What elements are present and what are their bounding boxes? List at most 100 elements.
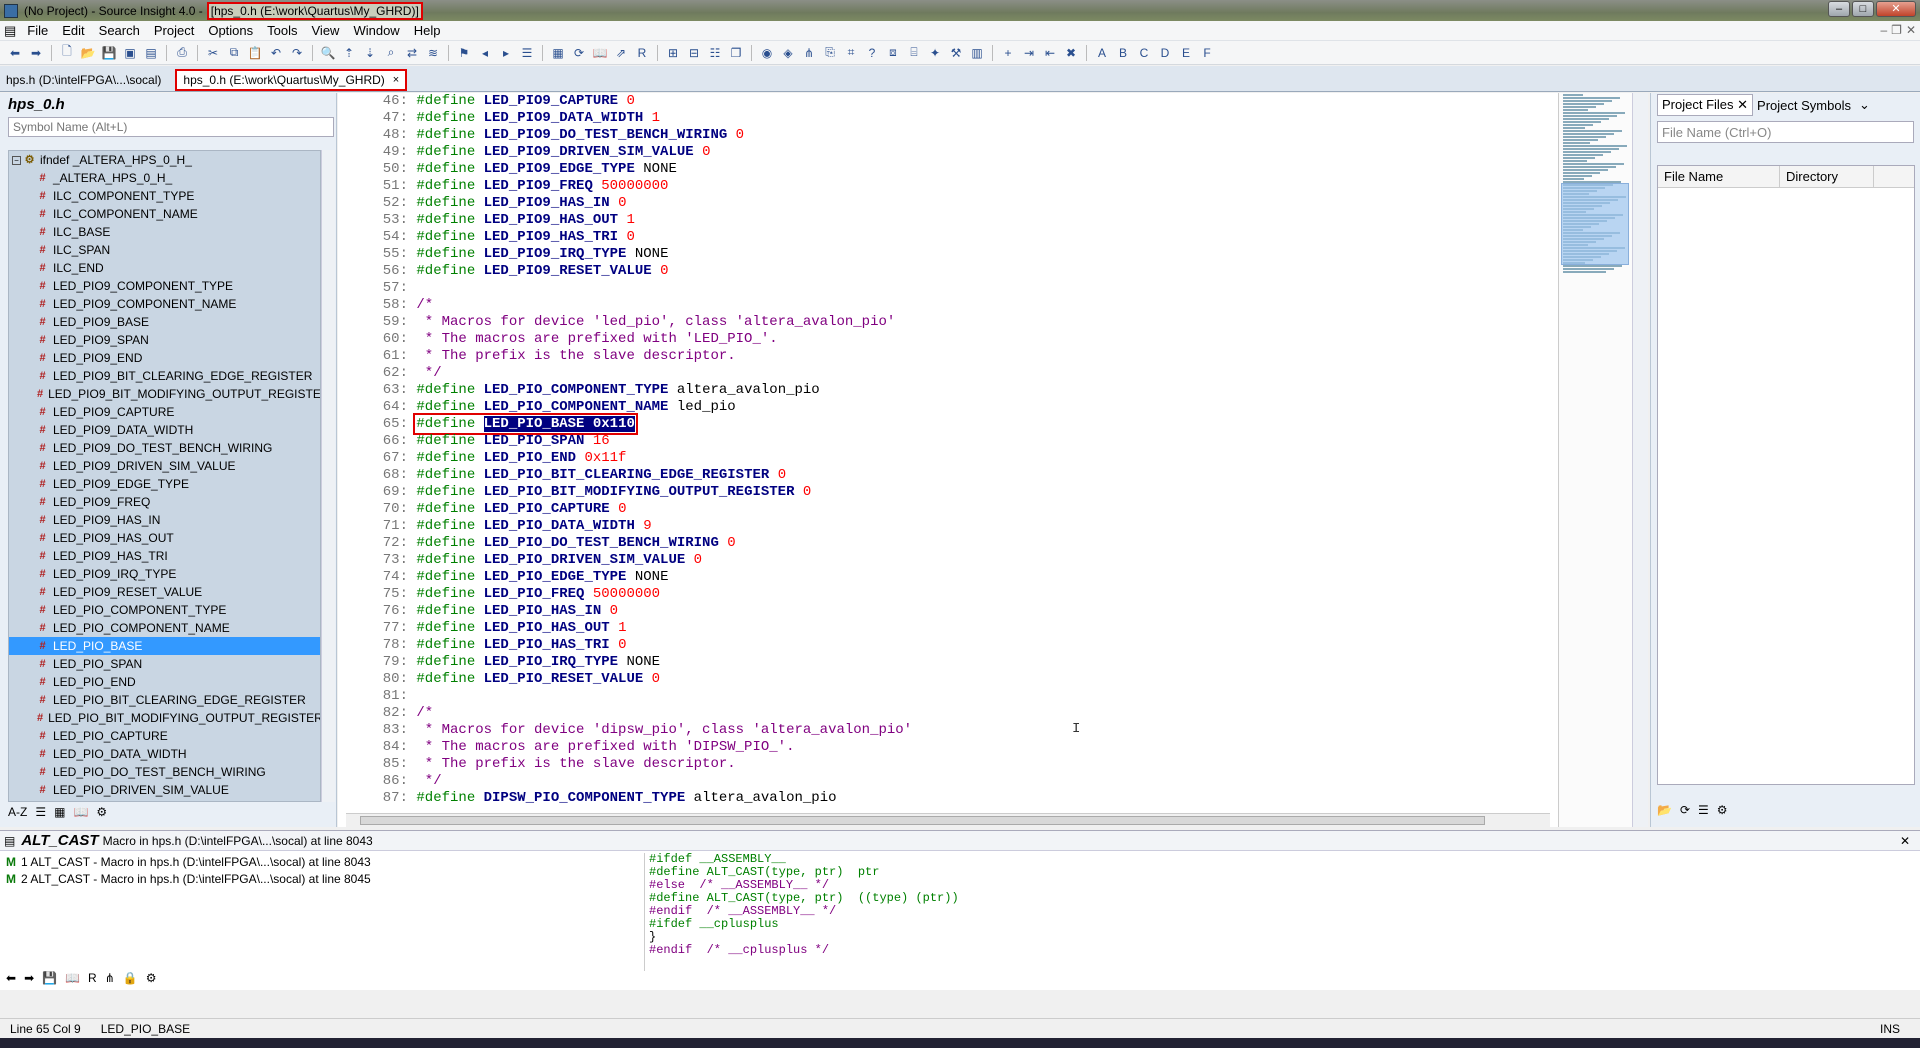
redo-icon[interactable]: ↷ [288, 44, 306, 62]
lookup-icon[interactable]: ≋ [424, 44, 442, 62]
tree-icon[interactable]: ⋔ [105, 971, 115, 985]
mdi-close-icon[interactable]: ✕ [1906, 23, 1916, 37]
symbol-item[interactable]: # LED_PIO9_DO_TEST_BENCH_WIRING [9, 439, 320, 457]
code-area[interactable]: 46: #define LED_PIO9_CAPTURE 0 47: #defin… [338, 93, 1556, 811]
code-line[interactable]: 55: #define LED_PIO9_IRQ_TYPE NONE [338, 246, 1556, 263]
bird-icon[interactable]: ✦ [926, 44, 944, 62]
category-icon[interactable]: ▦ [54, 805, 65, 819]
zoom-in-icon[interactable]: + [999, 44, 1017, 62]
context-window-icon[interactable]: ◉ [758, 44, 776, 62]
code-line[interactable]: 82: /* [338, 705, 1556, 722]
code-line[interactable]: 60: * The macros are prefixed with 'LED_… [338, 331, 1556, 348]
context-code-preview[interactable]: #ifdef __ASSEMBLY__ #define ALT_CAST(type… [644, 853, 1900, 971]
paste-icon[interactable]: 📋 [246, 44, 264, 62]
code-line[interactable]: 52: #define LED_PIO9_HAS_IN 0 [338, 195, 1556, 212]
dropdown-icon[interactable]: ⌄ [1855, 95, 1874, 115]
close-file-icon[interactable]: ▤ [142, 44, 160, 62]
symbol-item[interactable]: # ILC_COMPONENT_TYPE [9, 187, 320, 205]
overview-map[interactable] [1558, 93, 1632, 827]
symbol-item[interactable]: # _ALTERA_HPS_0_H_ [9, 169, 320, 187]
symbol-item[interactable]: # ILC_BASE [9, 223, 320, 241]
table-icon[interactable]: ▥ [968, 44, 986, 62]
close-icon[interactable]: ✕ [1900, 834, 1910, 848]
symbol-item[interactable]: # LED_PIO9_HAS_OUT [9, 529, 320, 547]
code-editor[interactable]: 46: #define LED_PIO9_CAPTURE 0 47: #defin… [338, 93, 1558, 827]
menu-search[interactable]: Search [92, 23, 147, 38]
forward-arrow-icon[interactable]: ➡ [24, 971, 34, 985]
print-icon[interactable]: ⎙ [173, 44, 191, 62]
outdent-icon[interactable]: ⇤ [1041, 44, 1059, 62]
code-line[interactable]: 67: #define LED_PIO_END 0x11f [338, 450, 1556, 467]
symbol-item[interactable]: # LED_PIO9_END [9, 349, 320, 367]
reference-icon[interactable]: R [633, 44, 651, 62]
forward-arrow-icon[interactable]: ➡ [27, 44, 45, 62]
cut-icon[interactable]: ✂ [204, 44, 222, 62]
code-line[interactable]: 70: #define LED_PIO_CAPTURE 0 [338, 501, 1556, 518]
font-c-icon[interactable]: C [1135, 44, 1153, 62]
sync-icon[interactable]: ⟳ [570, 44, 588, 62]
tool-icon[interactable]: ⚒ [947, 44, 965, 62]
list-view-icon[interactable]: ☰ [35, 805, 46, 819]
code-line[interactable]: 47: #define LED_PIO9_DATA_WIDTH 1 [338, 110, 1556, 127]
gear-icon[interactable]: ⚙ [96, 805, 107, 819]
code-line[interactable]: 61: * The prefix is the slave descriptor… [338, 348, 1556, 365]
code-line[interactable]: 51: #define LED_PIO9_FREQ 50000000 [338, 178, 1556, 195]
gear-icon[interactable]: ⚙ [146, 971, 157, 985]
code-line[interactable]: 74: #define LED_PIO_EDGE_TYPE NONE [338, 569, 1556, 586]
code-line[interactable]: 71: #define LED_PIO_DATA_WIDTH 9 [338, 518, 1556, 535]
font-f-icon[interactable]: F [1198, 44, 1216, 62]
search-files-icon[interactable]: ⌕ [382, 44, 400, 62]
list-item[interactable]: M 1 ALT_CAST - Macro in hps.h (D:\intelFP… [0, 853, 640, 870]
symbol-item[interactable]: # LED_PIO9_DATA_WIDTH [9, 421, 320, 439]
file-name-input[interactable]: File Name (Ctrl+O) [1657, 121, 1914, 143]
tree-icon[interactable]: ⋔ [800, 44, 818, 62]
graph-icon[interactable]: ⌗ [842, 44, 860, 62]
menu-window[interactable]: Window [346, 23, 406, 38]
code-line[interactable]: 53: #define LED_PIO9_HAS_OUT 1 [338, 212, 1556, 229]
symbol-item[interactable]: # LED_PIO9_RESET_VALUE [9, 583, 320, 601]
symbol-item[interactable]: # LED_PIO9_BASE [9, 313, 320, 331]
tab-close-icon[interactable]: × [393, 74, 399, 86]
symbol-item[interactable]: # LED_PIO_DO_TEST_BENCH_WIRING [9, 763, 320, 781]
code-line[interactable]: 73: #define LED_PIO_DRIVEN_SIM_VALUE 0 [338, 552, 1556, 569]
gear-icon[interactable]: ⚙ [1717, 803, 1728, 817]
replace-icon[interactable]: ⇄ [403, 44, 421, 62]
layout-window-icon[interactable]: ❐ [727, 44, 745, 62]
tab-project-files[interactable]: Project Files ✕ [1657, 94, 1754, 116]
layout-rows-icon[interactable]: ☷ [706, 44, 724, 62]
mdi-minimize-icon[interactable]: – [1880, 23, 1887, 37]
menu-edit[interactable]: Edit [55, 23, 91, 38]
code-line[interactable]: 79: #define LED_PIO_IRQ_TYPE NONE [338, 654, 1556, 671]
editor-vscrollbar[interactable] [1632, 93, 1648, 827]
minimize-button[interactable]: – [1828, 1, 1850, 17]
symbol-item[interactable]: # LED_PIO_CAPTURE [9, 727, 320, 745]
code-line[interactable]: 46: #define LED_PIO9_CAPTURE 0 [338, 93, 1556, 110]
menu-view[interactable]: View [305, 23, 347, 38]
symbol-item[interactable]: # LED_PIO9_DRIVEN_SIM_VALUE [9, 457, 320, 475]
code-line[interactable]: 76: #define LED_PIO_HAS_IN 0 [338, 603, 1556, 620]
tab-hps-0-h[interactable]: hps_0.h (E:\work\Quartus\My_GHRD) × [175, 69, 408, 91]
undo-icon[interactable]: ↶ [267, 44, 285, 62]
symbol-window-icon[interactable]: ◈ [779, 44, 797, 62]
relation-icon[interactable]: ⇗ [612, 44, 630, 62]
bookmark-prev-icon[interactable]: ◂ [476, 44, 494, 62]
symbol-item[interactable]: # LED_PIO9_SPAN [9, 331, 320, 349]
project-file-list[interactable]: File Name Directory [1657, 165, 1915, 785]
help-icon[interactable]: ? [863, 44, 881, 62]
tab-project-symbols[interactable]: Project Symbols [1753, 96, 1855, 115]
code-line[interactable]: 63: #define LED_PIO_COMPONENT_TYPE alter… [338, 382, 1556, 399]
bookmark-next-icon[interactable]: ▸ [497, 44, 515, 62]
symbol-item[interactable]: # LED_PIO9_COMPONENT_NAME [9, 295, 320, 313]
bookmark-icon[interactable]: ⚑ [455, 44, 473, 62]
code-line[interactable]: 66: #define LED_PIO_SPAN 16 [338, 433, 1556, 450]
book-icon[interactable]: 📖 [65, 971, 80, 985]
book-icon[interactable]: 📖 [73, 805, 88, 819]
overview-viewport[interactable] [1561, 183, 1629, 265]
code-line[interactable]: 84: * The macros are prefixed with 'DIPS… [338, 739, 1556, 756]
code-line[interactable]: 59: * Macros for device 'led_pio', class… [338, 314, 1556, 331]
symbol-item[interactable]: # ILC_END [9, 259, 320, 277]
menu-help[interactable]: Help [407, 23, 448, 38]
lock-icon[interactable]: 🔒 [123, 971, 138, 985]
symbol-item[interactable]: # LED_PIO_COMPONENT_TYPE [9, 601, 320, 619]
code-line[interactable]: 54: #define LED_PIO9_HAS_TRI 0 [338, 229, 1556, 246]
